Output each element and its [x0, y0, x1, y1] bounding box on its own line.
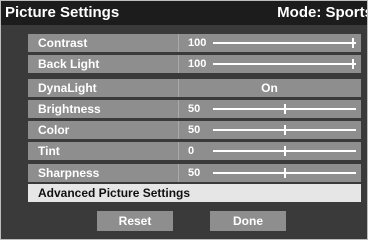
- slider-track[interactable]: [213, 146, 356, 156]
- setting-value: 50: [188, 103, 201, 115]
- setting-label: Advanced Picture Settings: [38, 186, 191, 200]
- setting-label: Sharpness: [38, 166, 100, 180]
- slider-track[interactable]: [213, 125, 356, 135]
- setting-row-sharpness[interactable]: Sharpness 50: [28, 164, 361, 182]
- setting-row-color[interactable]: Color 50: [28, 121, 361, 139]
- divider: [178, 142, 179, 160]
- setting-label: Brightness: [38, 102, 101, 116]
- setting-value: 0: [188, 145, 195, 157]
- slider-track[interactable]: [213, 38, 356, 48]
- divider: [178, 121, 179, 139]
- divider: [178, 164, 179, 182]
- setting-row-contrast[interactable]: Contrast 100: [28, 34, 361, 52]
- setting-value: 50: [188, 167, 201, 179]
- setting-row-dynalight[interactable]: DynaLight On: [28, 79, 361, 97]
- slider-track[interactable]: [213, 59, 356, 69]
- slider-thumb[interactable]: [352, 59, 355, 69]
- slider-thumb[interactable]: [283, 104, 286, 114]
- setting-row-tint[interactable]: Tint 0: [28, 142, 361, 160]
- setting-label: Contrast: [38, 36, 88, 50]
- setting-label: DynaLight: [38, 81, 97, 95]
- mode-indicator: Mode: Sports: [277, 4, 368, 21]
- setting-row-brightness[interactable]: Brightness 50: [28, 100, 361, 118]
- done-button[interactable]: Done: [210, 211, 286, 231]
- setting-label: Tint: [38, 144, 60, 158]
- menu-header: Picture Settings Mode: Sports: [1, 1, 367, 25]
- slider-thumb[interactable]: [283, 125, 286, 135]
- slider-thumb[interactable]: [283, 146, 286, 156]
- setting-label: Color: [38, 123, 70, 137]
- divider: [178, 100, 179, 118]
- divider: [178, 34, 179, 52]
- setting-row-back-light[interactable]: Back Light 100: [28, 55, 361, 73]
- reset-button[interactable]: Reset: [97, 211, 173, 231]
- setting-value: 100: [188, 58, 207, 70]
- setting-value: On: [261, 81, 278, 95]
- advanced-picture-settings-item[interactable]: Advanced Picture Settings: [28, 184, 361, 202]
- divider: [178, 55, 179, 73]
- slider-track[interactable]: [213, 168, 356, 178]
- setting-label: Back Light: [38, 57, 100, 71]
- slider-track[interactable]: [213, 104, 356, 114]
- picture-settings-menu: Picture Settings Mode: Sports Contrast 1…: [0, 0, 368, 240]
- setting-value: 50: [188, 124, 201, 136]
- slider-thumb[interactable]: [283, 168, 286, 178]
- slider-thumb[interactable]: [352, 38, 355, 48]
- menu-title: Picture Settings: [5, 4, 120, 21]
- setting-value: 100: [188, 37, 207, 49]
